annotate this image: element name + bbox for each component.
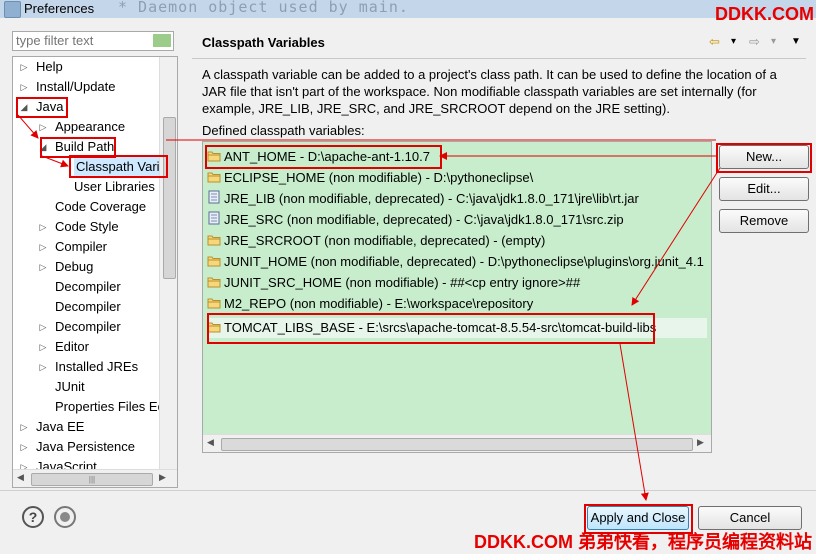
annotation-arrow (17, 114, 39, 139)
annotation-arrow (619, 343, 649, 501)
annotation-arrow (41, 155, 69, 168)
annotation-arrow (631, 167, 721, 306)
annotation-arrows (17, 114, 721, 501)
